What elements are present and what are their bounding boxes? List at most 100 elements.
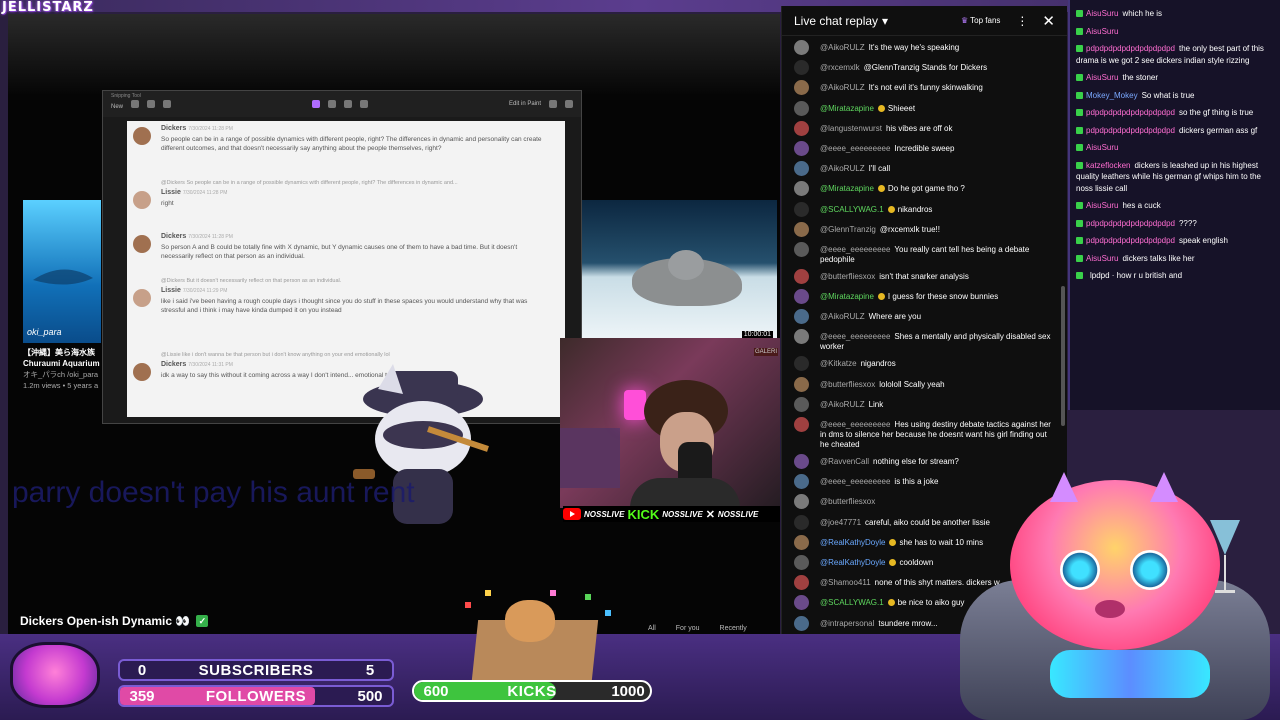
kick-logo: KICK <box>627 506 660 522</box>
avatar[interactable] <box>794 356 809 372</box>
avatar[interactable] <box>794 595 809 611</box>
chat-author[interactable]: @eeee_eeeeeeeee <box>820 477 890 486</box>
avatar[interactable] <box>794 201 809 217</box>
snip-edit-in-paint-button[interactable]: Edit in Paint <box>509 101 541 107</box>
chat-message[interactable]: @Miratazapine Shieeet <box>782 99 1062 119</box>
chat-author[interactable]: @AikoRULZ <box>820 83 865 92</box>
chat-author[interactable]: @AikoRULZ <box>820 312 865 321</box>
avatar[interactable] <box>794 268 809 284</box>
avatar[interactable] <box>794 241 809 257</box>
close-icon[interactable]: ✕ <box>1042 12 1055 30</box>
chat-message[interactable]: @eeee_eeeeeeeee Hes using destiny debate … <box>782 415 1062 452</box>
avatar[interactable] <box>794 100 809 116</box>
chat-message[interactable]: @butterfliesxox lolololl Scally yeah <box>782 375 1062 395</box>
avatar[interactable] <box>794 376 809 392</box>
chat-message[interactable]: @butterfliesxox isn't that snarker analys… <box>782 267 1062 287</box>
tab-for-you[interactable]: For you <box>676 625 700 632</box>
snip-eraser-icon[interactable] <box>344 100 352 108</box>
chat-message[interactable]: @AikoRULZ I'll call <box>782 159 1062 179</box>
chat-author[interactable]: @butterfliesxox <box>820 497 875 506</box>
chat-message[interactable]: @SCALLYWAG.1 nikandros <box>782 200 1062 220</box>
chat-message[interactable]: @Miratazapine I guess for these snow bunn… <box>782 287 1062 307</box>
avatar[interactable] <box>794 454 809 469</box>
chat-author[interactable]: @eeee_eeeeeeeee <box>820 332 890 341</box>
avatar[interactable] <box>794 309 809 325</box>
snip-window-icon[interactable] <box>163 100 172 108</box>
avatar[interactable] <box>794 396 809 412</box>
chat-author[interactable]: @Miratazapine <box>820 104 874 113</box>
avatar[interactable] <box>794 494 809 510</box>
chat-author[interactable]: @SCALLYWAG.1 <box>820 205 884 214</box>
chat-author[interactable]: @joe47771 <box>820 518 861 527</box>
chat-message[interactable]: @Kitkatze nigandros <box>782 354 1062 374</box>
chat-author[interactable]: @intrapersonal <box>820 619 874 628</box>
chat-message[interactable]: @AikoRULZ Link <box>782 395 1062 415</box>
tab-recently[interactable]: Recently <box>720 625 747 632</box>
snip-save-icon[interactable] <box>549 100 558 108</box>
chat-author[interactable]: @AikoRULZ <box>820 43 865 52</box>
avatar[interactable] <box>794 221 809 237</box>
chat-author[interactable]: @langustenwurst <box>820 124 882 133</box>
chat-message[interactable]: @GlennTranzig @rxcemxlk true!! <box>782 220 1062 240</box>
avatar[interactable] <box>794 80 809 96</box>
avatar[interactable] <box>794 514 809 530</box>
snip-copy-icon[interactable] <box>565 100 574 108</box>
avatar[interactable] <box>794 554 809 570</box>
avatar[interactable] <box>794 161 809 177</box>
chat-author[interactable]: @SCALLYWAG.1 <box>820 598 884 607</box>
avatar[interactable] <box>794 120 809 136</box>
video-thumbnail-seal[interactable]: 10:00:01 <box>582 200 777 340</box>
chat-mode-dropdown[interactable]: Live chat replay ▾ <box>794 14 961 28</box>
chat-message[interactable]: @eeee_eeeeeeeee You really cant tell hes … <box>782 240 1062 267</box>
chat-author[interactable]: @Miratazapine <box>820 184 874 193</box>
chat-author[interactable]: @Shamoo411 <box>820 578 871 587</box>
avatar[interactable] <box>794 60 809 76</box>
avatar[interactable] <box>794 289 809 305</box>
snip-new-button[interactable]: New <box>111 104 123 110</box>
chat-author[interactable]: @eeee_eeeeeeeee <box>820 144 890 153</box>
more-options-icon[interactable]: ⋮ <box>1016 14 1028 28</box>
chat-message[interactable]: @eeee_eeeeeeeee Incredible sweep <box>782 139 1062 159</box>
chat-author[interactable]: @Kitkatze <box>820 359 857 368</box>
avatar[interactable] <box>794 40 809 55</box>
avatar[interactable] <box>794 329 809 345</box>
avatar[interactable] <box>794 615 809 631</box>
chat-message[interactable]: @AikoRULZ It's not evil it's funny skinwa… <box>782 78 1062 98</box>
chat-author[interactable]: @RavvenCall <box>820 457 869 466</box>
thumbnail-channel[interactable]: オキ_パラch /oki_para <box>23 369 103 380</box>
chat-message[interactable]: @Miratazapine Do he got game tho ? <box>782 179 1062 199</box>
chat-author[interactable]: @AikoRULZ <box>820 164 865 173</box>
chat-author[interactable]: @eeee_eeeeeeeee <box>820 420 890 429</box>
chat-author[interactable]: @eeee_eeeeeeeee <box>820 245 890 254</box>
chat-message[interactable]: @eeee_eeeeeeeee Shes a mentally and physi… <box>782 327 1062 354</box>
video-player[interactable]: Snipping Tool New Edit in Paint Dickers … <box>8 14 780 634</box>
chat-message[interactable]: @langustenwurst his vibes are off ok <box>782 119 1062 139</box>
chat-author[interactable]: @butterfliesxox <box>820 380 875 389</box>
chat-author[interactable]: @rxcemxlk <box>820 63 860 72</box>
chat-scrollbar[interactable] <box>1061 286 1065 426</box>
chat-author[interactable]: @Miratazapine <box>820 292 874 301</box>
avatar[interactable] <box>794 534 809 550</box>
snip-delay-icon[interactable] <box>147 100 156 108</box>
avatar[interactable] <box>794 181 809 197</box>
snip-highlighter-icon[interactable] <box>328 100 336 108</box>
video-thumbnail-aquarium[interactable]: oki_para <box>23 200 101 343</box>
avatar[interactable] <box>794 417 809 432</box>
chat-author[interactable]: @RealKathyDoyle <box>820 558 885 567</box>
tab-all[interactable]: All <box>648 625 656 632</box>
chat-author[interactable]: @RealKathyDoyle <box>820 538 885 547</box>
snip-mode-icon[interactable] <box>131 100 140 108</box>
avatar[interactable] <box>794 140 809 156</box>
snip-pen-icon[interactable] <box>312 100 320 108</box>
snip-crop-icon[interactable] <box>360 100 368 108</box>
avatar[interactable] <box>794 575 809 591</box>
top-fans-button[interactable]: ♛ Top fans <box>961 16 1000 25</box>
chat-author[interactable]: @GlennTranzig <box>820 225 876 234</box>
chat-author[interactable]: @butterfliesxox <box>820 272 875 281</box>
chat-author[interactable]: @AikoRULZ <box>820 400 865 409</box>
chat-message[interactable]: @AikoRULZ Where are you <box>782 307 1062 327</box>
chat-message[interactable]: @AikoRULZ It's the way he's speaking <box>782 38 1062 58</box>
thumbnail-title[interactable]: 【沖縄】美ら海水族 Churaumi Aquarium <box>23 347 103 369</box>
avatar[interactable] <box>794 474 809 490</box>
chat-message[interactable]: @rxcemxlk @GlennTranzig Stands for Dicker… <box>782 58 1062 78</box>
